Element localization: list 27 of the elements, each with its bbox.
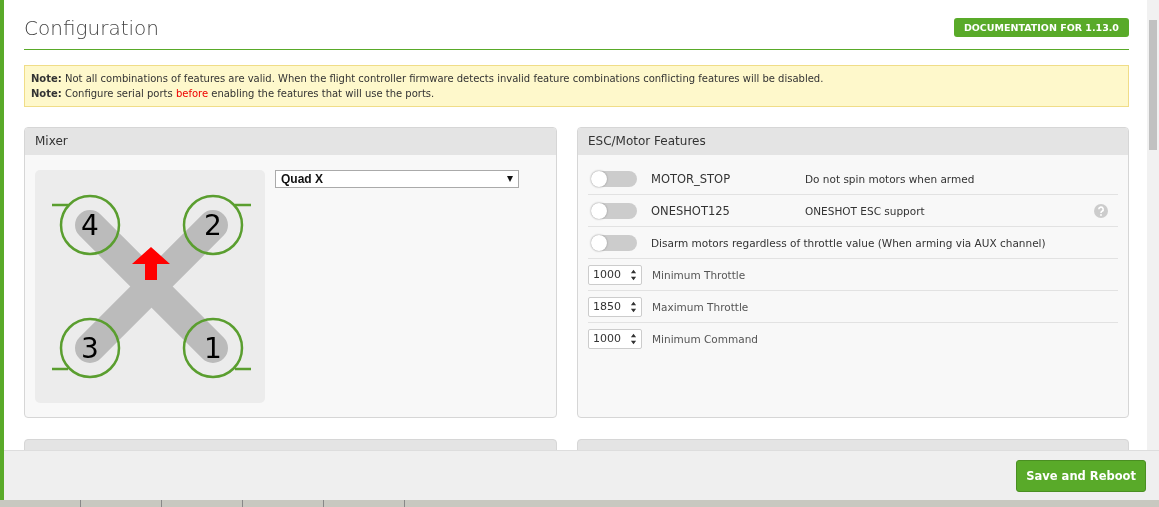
mixer-dropdown[interactable]: Quad X: [275, 170, 519, 188]
number-input[interactable]: 1000: [588, 328, 642, 349]
field-label: Minimum Throttle: [652, 268, 746, 281]
toggle-switch[interactable]: [591, 234, 637, 251]
help-icon[interactable]: [1094, 203, 1108, 218]
feature-name: ONESHOT125: [651, 203, 731, 218]
caret-icon: [507, 176, 513, 182]
number-input[interactable]: 1000: [588, 264, 642, 285]
scrollbar[interactable]: [1147, 0, 1159, 450]
toggle-switch[interactable]: [591, 202, 637, 219]
toggle-switch[interactable]: [591, 170, 637, 187]
field-label: Minimum Command: [652, 332, 758, 345]
feature-description: Disarm motors regardless of throttle value (When arming via AUX channel): [651, 236, 1047, 249]
number-input[interactable]: 1850: [588, 296, 642, 317]
field-label: Maximum Throttle: [652, 300, 749, 313]
quadcopter-drawing: 4 2 3 1: [35, 170, 265, 403]
page-title: Configuration: [24, 15, 159, 40]
feature-description: ONESHOT ESC support: [805, 204, 926, 217]
spinner-icon: [630, 299, 637, 314]
panel-title: Mixer: [25, 128, 556, 155]
spinner-icon: [630, 267, 637, 282]
feature-description: Do not spin motors when armed: [805, 172, 976, 185]
note-text: Note: Configure serial ports before enabling the features that will use the ports.: [31, 87, 436, 101]
feature-name: MOTOR_STOP: [651, 171, 732, 186]
panel-title: ESC/Motor Features: [578, 128, 1128, 155]
note-text: Note: Not all combinations of features are valid. When the flight controller firmware detects invalid feature combinations conflicting features will be disabled.: [31, 72, 825, 86]
spinner-icon: [630, 331, 637, 346]
